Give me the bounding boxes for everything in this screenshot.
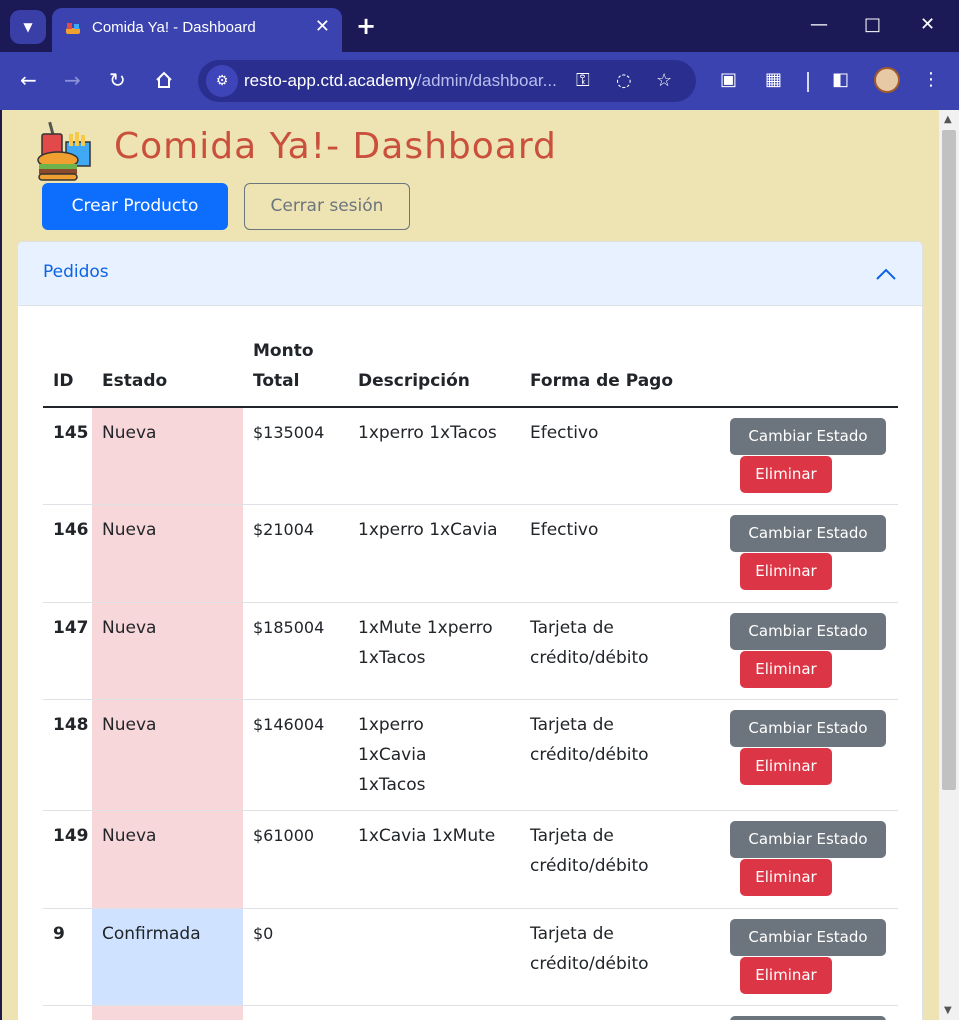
order-id: 146	[53, 520, 89, 540]
site-info-icon[interactable]: ⚙	[206, 65, 238, 97]
browser-titlebar: ▼ Comida Ya! - Dashboard ✕ + — □ ✕	[0, 0, 959, 52]
order-descripcion: 1xCavia 1xMute	[358, 826, 496, 846]
header-descripcion: Descripción	[358, 371, 470, 391]
url-host: resto-app.ctd.academy	[244, 71, 417, 90]
order-descripcion: 1xperro 1xTacos	[358, 423, 497, 443]
header-estado: Estado	[102, 371, 168, 391]
order-monto: $146004	[253, 715, 325, 734]
order-forma-pago: Efectivo	[530, 423, 599, 443]
order-id: 9	[53, 924, 65, 944]
order-estado: Nueva	[102, 826, 157, 846]
delete-order-button[interactable]: Eliminar	[740, 456, 832, 493]
order-id: 149	[53, 826, 89, 846]
translate-icon[interactable]: ▣	[720, 69, 737, 90]
table-row: 146 Nueva $21004 1xperro 1xCavia Efectiv…	[43, 505, 898, 603]
create-product-button[interactable]: Crear Producto	[42, 183, 228, 230]
food-favicon-icon	[66, 23, 80, 34]
delete-order-button[interactable]: Eliminar	[740, 859, 832, 896]
back-arrow-icon[interactable]: ←	[20, 68, 37, 92]
order-id: 147	[53, 618, 89, 638]
header-forma-pago: Forma de Pago	[530, 371, 674, 391]
change-status-button[interactable]: Cambiar Estado	[730, 613, 886, 650]
estado-cell-bg	[92, 1006, 243, 1020]
change-status-button[interactable]: Cambiar Estado	[730, 821, 886, 858]
new-tab-icon[interactable]: +	[356, 12, 376, 40]
table-row: 145 Nueva $135004 1xperro 1xTacos Efecti…	[43, 408, 898, 505]
food-logo-icon	[37, 121, 91, 181]
delete-order-button[interactable]: Eliminar	[740, 651, 832, 688]
order-descripcion: 1xMute 1xperro 1xTacos	[358, 618, 493, 668]
chevron-down-icon: ▼	[23, 20, 33, 34]
delete-order-button[interactable]: Eliminar	[740, 957, 832, 994]
order-estado: Nueva	[102, 618, 157, 638]
toolbar-divider	[807, 72, 809, 92]
order-forma-pago: Tarjeta de crédito/débito	[530, 618, 649, 668]
change-status-button[interactable]: Cambiar Estado	[730, 515, 886, 552]
order-estado: Confirmada	[102, 924, 201, 944]
logout-button[interactable]: Cerrar sesión	[244, 183, 410, 230]
scrollbar-thumb[interactable]	[942, 130, 956, 790]
bookmark-star-icon[interactable]: ☆	[656, 70, 672, 91]
close-tab-icon[interactable]: ✕	[315, 16, 330, 37]
order-id: 148	[53, 715, 89, 735]
reload-icon[interactable]: ↻	[109, 68, 126, 92]
scroll-down-arrow-icon[interactable]: ▼	[944, 1005, 952, 1016]
order-forma-pago: Tarjeta de crédito/débito	[530, 826, 649, 876]
tab-search-button[interactable]: ▼	[10, 10, 46, 44]
order-forma-pago: Tarjeta de crédito/débito	[530, 924, 649, 974]
chevron-up-icon	[876, 268, 896, 280]
order-descripcion: 1xperro 1xCavia	[358, 520, 498, 540]
eye-off-icon[interactable]: ◌	[616, 70, 632, 91]
order-monto: $185004	[253, 618, 325, 637]
order-monto: $61000	[253, 826, 315, 845]
minimize-icon[interactable]: —	[810, 14, 828, 35]
delete-order-button[interactable]: Eliminar	[740, 553, 832, 590]
tab-title: Comida Ya! - Dashboard	[92, 19, 256, 36]
change-status-button[interactable]	[730, 1016, 886, 1020]
table-row-partial	[43, 1006, 898, 1020]
browser-menu-icon[interactable]: ⋮	[922, 69, 940, 90]
delete-order-button[interactable]: Eliminar	[740, 748, 832, 785]
order-monto: $21004	[253, 520, 315, 539]
page-scrollbar[interactable]: ▲ ▼	[939, 110, 959, 1020]
browser-tab-active[interactable]: Comida Ya! - Dashboard ✕	[52, 8, 342, 52]
order-monto: $135004	[253, 423, 325, 442]
table-row: 148 Nueva $146004 1xperro 1xCavia 1xTaco…	[43, 700, 898, 811]
table-row: 147 Nueva $185004 1xMute 1xperro 1xTacos…	[43, 603, 898, 700]
header-monto-line2: Total	[253, 371, 300, 391]
order-monto: $0	[253, 924, 274, 943]
url-text: resto-app.ctd.academy/admin/dashboar...	[244, 71, 557, 91]
table-row: 149 Nueva $61000 1xCavia 1xMute Tarjeta …	[43, 811, 898, 909]
scroll-up-arrow-icon[interactable]: ▲	[944, 114, 952, 125]
order-forma-pago: Tarjeta de crédito/débito	[530, 715, 649, 765]
order-forma-pago: Efectivo	[530, 520, 599, 540]
header-id: ID	[53, 371, 74, 391]
table-row: 9 Confirmada $0 Tarjeta de crédito/débit…	[43, 909, 898, 1006]
forward-arrow-icon[interactable]: →	[64, 68, 81, 92]
order-estado: Nueva	[102, 423, 157, 443]
url-path: /admin/dashboar...	[416, 71, 557, 90]
browser-toolbar: ← → ↻ ⚙ resto-app.ctd.academy/admin/dash…	[0, 52, 959, 110]
close-window-icon[interactable]: ✕	[920, 14, 935, 35]
orders-accordion-header[interactable]: Pedidos	[18, 242, 922, 306]
orders-accordion: Pedidos ID Estado Monto Total Descripció…	[17, 241, 923, 1020]
accordion-title: Pedidos	[43, 262, 109, 282]
change-status-button[interactable]: Cambiar Estado	[730, 919, 886, 956]
home-icon[interactable]	[154, 70, 174, 90]
side-panel-icon[interactable]: ◧	[832, 69, 849, 90]
order-estado: Nueva	[102, 715, 157, 735]
change-status-button[interactable]: Cambiar Estado	[730, 418, 886, 455]
order-id: 145	[53, 423, 89, 443]
profile-avatar[interactable]	[874, 67, 900, 93]
extensions-puzzle-icon[interactable]: ▦	[765, 69, 782, 90]
maximize-icon[interactable]: □	[864, 14, 881, 35]
page-title: Comida Ya!- Dashboard	[114, 126, 557, 167]
header-monto-line1: Monto	[253, 341, 314, 361]
order-descripcion: 1xperro 1xCavia 1xTacos	[358, 715, 427, 795]
page-viewport: Comida Ya!- Dashboard Crear Producto Cer…	[2, 110, 939, 1020]
password-key-icon[interactable]: ⚿	[576, 70, 590, 91]
order-estado: Nueva	[102, 520, 157, 540]
address-bar[interactable]: ⚙ resto-app.ctd.academy/admin/dashboar..…	[198, 60, 696, 102]
change-status-button[interactable]: Cambiar Estado	[730, 710, 886, 747]
